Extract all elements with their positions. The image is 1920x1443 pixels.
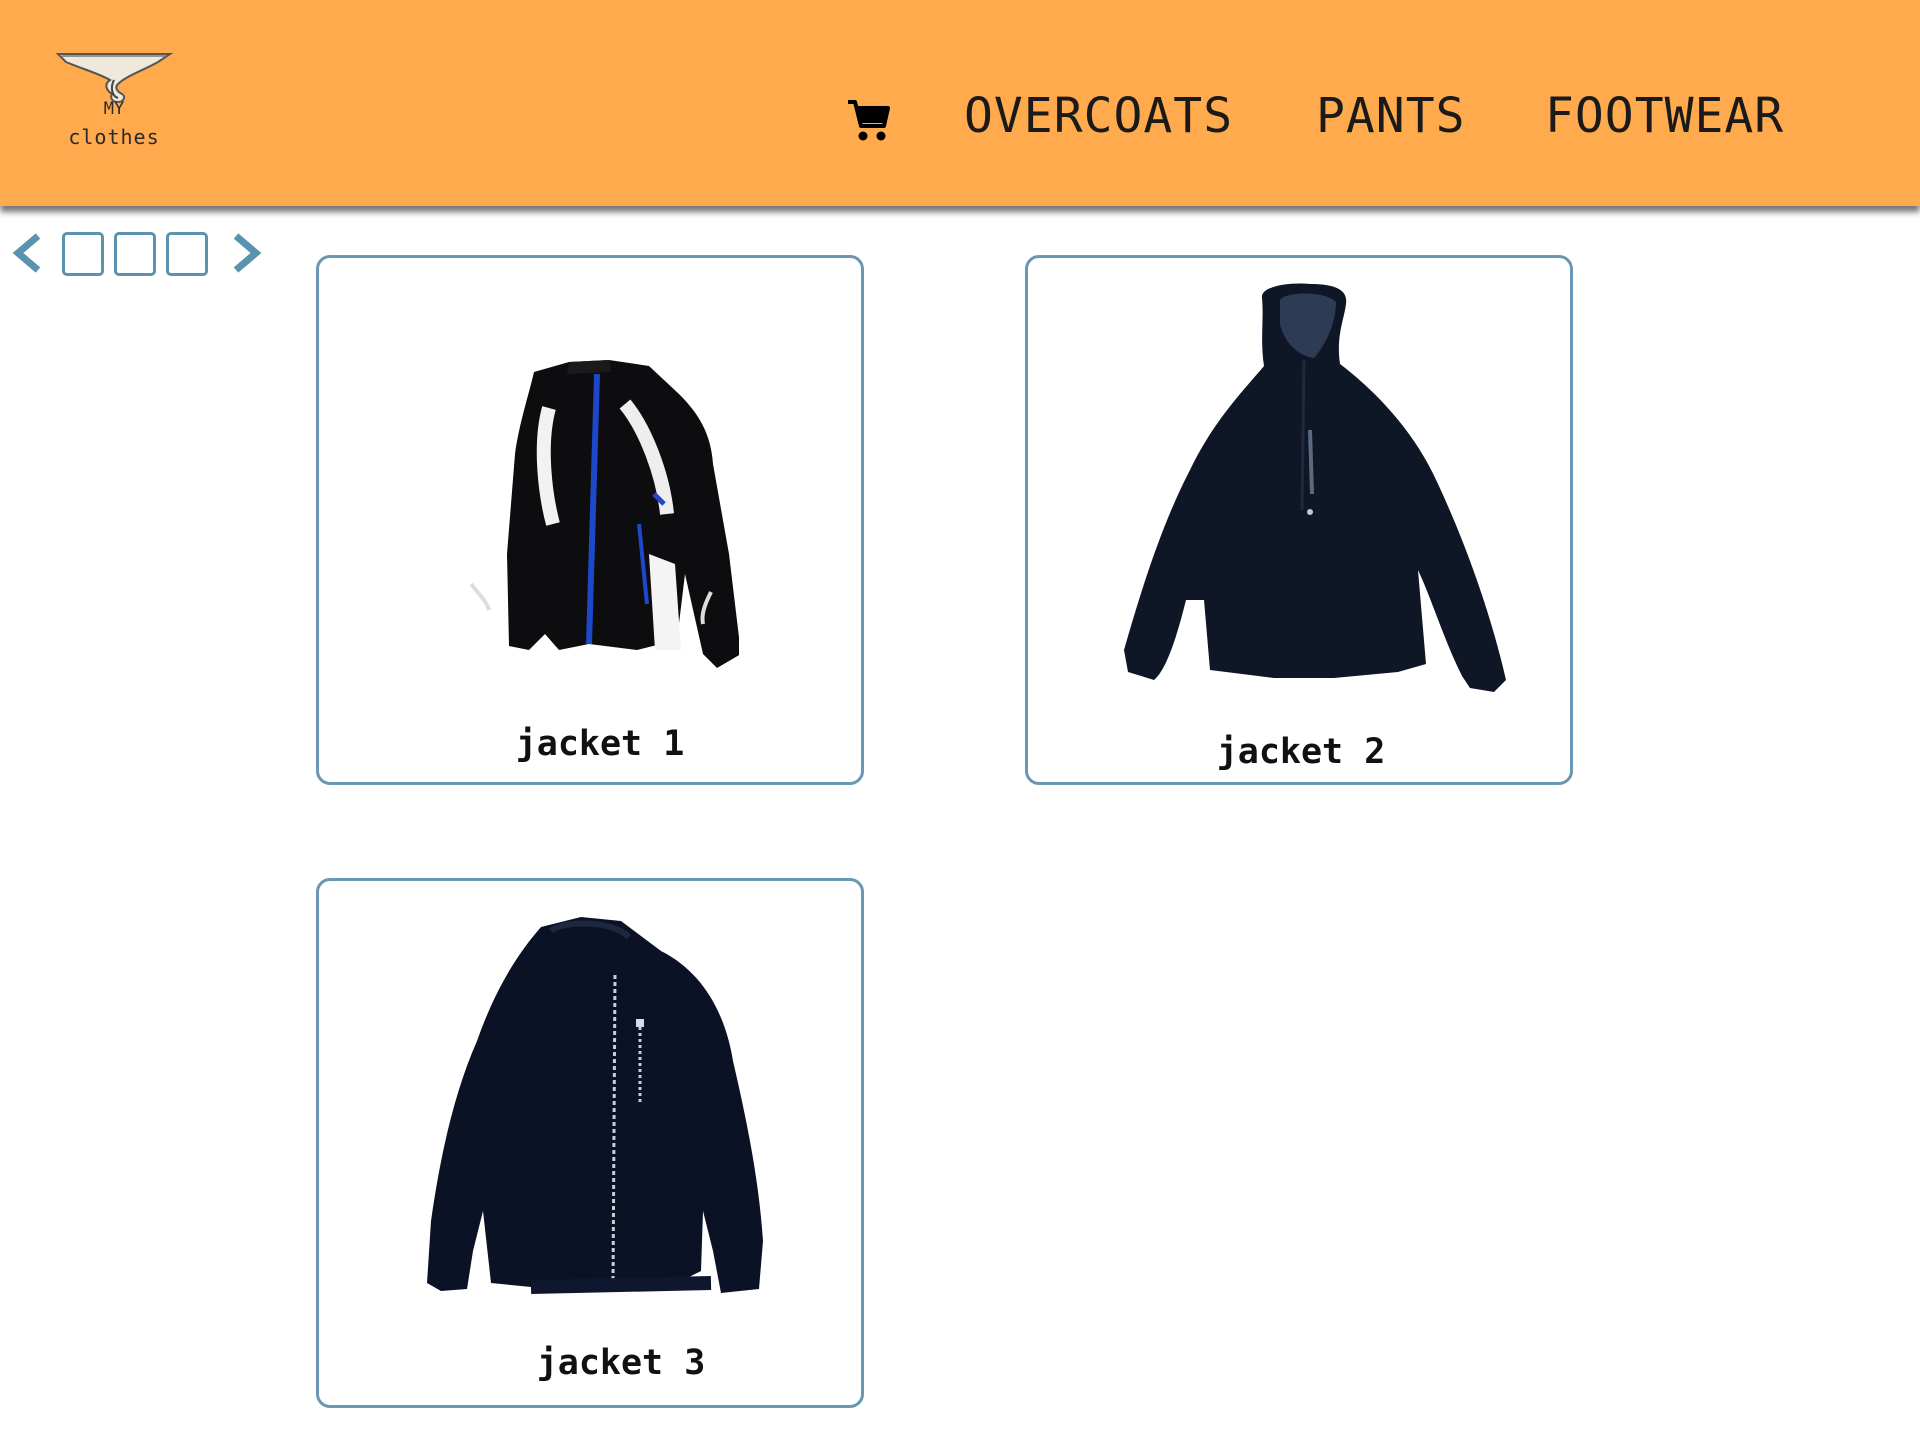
jacket-image <box>1124 283 1506 692</box>
chevron-left-icon[interactable] <box>8 230 46 276</box>
nav-overcoats[interactable]: OVERCOATS <box>964 86 1233 146</box>
nav-pants[interactable]: PANTS <box>1316 86 1466 146</box>
product-name: jacket 2 <box>1216 732 1386 772</box>
shopping-cart-icon[interactable] <box>846 96 890 142</box>
product-card[interactable]: jacket 2 <box>1025 255 1573 785</box>
pager-dot-1[interactable] <box>62 232 104 276</box>
pager-dot-2[interactable] <box>114 232 156 276</box>
jacket-image <box>469 360 739 668</box>
site-logo[interactable]: MY clothes <box>52 48 176 158</box>
site-header: MY clothes OVERCOATS PANTS FOOTWEAR <box>0 0 1920 206</box>
logo-text-my: MY <box>103 99 125 119</box>
product-name: jacket 3 <box>536 1343 706 1383</box>
chevron-right-icon[interactable] <box>228 230 266 276</box>
logo-text-clothes: clothes <box>68 125 160 149</box>
jacket-image <box>427 917 763 1294</box>
product-card[interactable]: jacket 1 <box>316 255 864 785</box>
nav-footwear[interactable]: FOOTWEAR <box>1545 86 1784 146</box>
product-name: jacket 1 <box>515 724 685 764</box>
carousel-pager <box>8 230 268 276</box>
product-card[interactable]: jacket 3 <box>316 878 864 1408</box>
pager-dot-3[interactable] <box>166 232 208 276</box>
